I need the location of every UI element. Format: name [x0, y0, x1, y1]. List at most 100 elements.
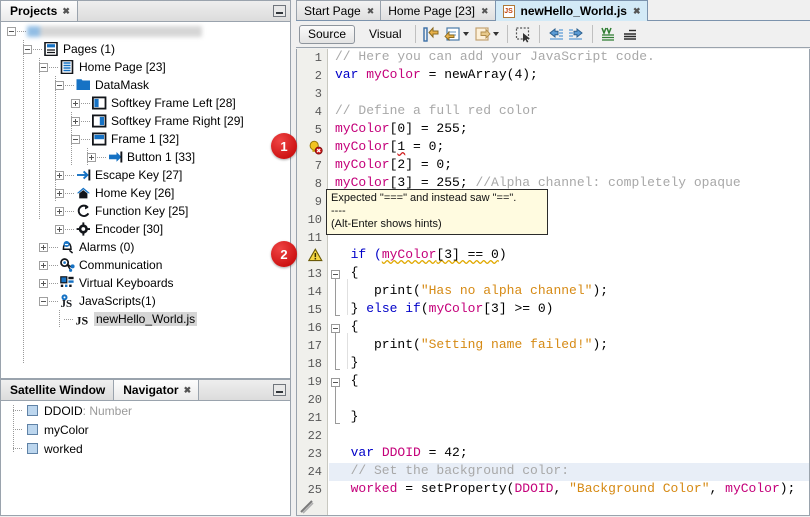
tree-row-button-1-33[interactable]: Button 1 [33] [1, 148, 290, 166]
tab-satellite-window[interactable]: Satellite Window [1, 380, 115, 400]
code-lines[interactable]: // Here you can add your JavaScript code… [329, 49, 809, 515]
code-line-18[interactable]: } [329, 355, 809, 373]
tab-navigator[interactable]: Navigator ✖ [114, 380, 200, 400]
tree-row-javascripts-1[interactable]: JS JavaScripts(1) [1, 292, 290, 310]
code-line-23[interactable]: var DDOID = 42; [329, 445, 809, 463]
expander-plus-icon[interactable] [71, 116, 80, 126]
tree-row-datamask[interactable]: DataMask [1, 76, 290, 94]
close-icon[interactable]: ✖ [481, 6, 488, 17]
shift-right-icon[interactable] [567, 25, 586, 44]
tree-row-communication[interactable]: Communication [1, 256, 290, 274]
code-line-7[interactable]: myColor[2] = 0; [329, 157, 809, 175]
editor-tab-home-page-23[interactable]: Home Page [23] ✖ [380, 0, 496, 21]
minimize-button[interactable] [273, 384, 286, 396]
code-token: myColor [366, 67, 421, 82]
tree-row-encoder-30[interactable]: Encoder [30] [1, 220, 290, 238]
editor-tab-newhello-world-js[interactable]: JS newHello_World.js ✖ [494, 0, 648, 21]
code-line-16[interactable]: { [329, 319, 809, 337]
tree-row-function-key-25[interactable]: Function Key [25] [1, 202, 290, 220]
code-token: ( [413, 337, 421, 352]
code-line-14[interactable]: print("Has no alpha channel"); [329, 283, 809, 301]
code-line-19[interactable]: { [329, 373, 809, 391]
forward-navigation-dropdown-icon[interactable] [492, 32, 499, 36]
code-line-4[interactable]: // Define a full red color [329, 103, 809, 121]
code-line-20[interactable] [329, 391, 809, 409]
expander-minus-icon[interactable] [39, 296, 48, 306]
forward-navigation-icon[interactable] [473, 25, 492, 44]
shift-left-icon[interactable] [546, 25, 565, 44]
variable-name: myColor [44, 422, 89, 437]
tab-projects[interactable]: Projects ✖ [1, 1, 78, 21]
tree-row-softkey-frame-left-28[interactable]: Softkey Frame Left [28] [1, 94, 290, 112]
list-item[interactable]: myColor [1, 420, 290, 439]
list-item[interactable]: worked [1, 439, 290, 458]
rectangular-selection-icon[interactable] [514, 25, 533, 44]
code-line-5[interactable]: myColor[0] = 255; [329, 121, 809, 139]
tree-row-softkey-frame-right-29[interactable]: Softkey Frame Right [29] [1, 112, 290, 130]
tree-row-newhello-world-js[interactable]: JS newHello_World.js [1, 310, 290, 328]
fold-marker-line13[interactable] [331, 270, 340, 279]
tree-row-root[interactable] [1, 22, 290, 40]
expander-plus-icon[interactable] [55, 188, 64, 198]
code-line-15[interactable]: } else if(myColor[3] >= 0) [329, 301, 809, 319]
comment-icon[interactable] [599, 25, 618, 44]
code-editor-area: Start Page ✖ Home Page [23] ✖ JS newHello_Wor… [296, 0, 810, 516]
code-line-6[interactable]: myColor[1 = 0; [329, 139, 809, 157]
tree-row-virtual-keyboards[interactable]: Virtual Keyboards [1, 274, 290, 292]
code-line-25[interactable]: worked = setProperty(DDOID, "Background … [329, 481, 809, 499]
back-navigation-icon[interactable] [443, 25, 462, 44]
code-view[interactable]: 1 2 3 4 5 7 8 9 10 11 13 14 15 16 17 18 19 20 21 22 23 24 25 /… [296, 49, 810, 516]
variable-icon [27, 424, 38, 435]
last-edit-icon[interactable] [422, 25, 441, 44]
close-icon[interactable]: ✖ [633, 6, 640, 17]
tree-row-alarms-0[interactable]: Alarms (0) [1, 238, 290, 256]
expander-plus-icon[interactable] [87, 152, 96, 162]
expander-plus-icon[interactable] [39, 260, 48, 270]
code-line-22[interactable] [329, 427, 809, 445]
code-line-1[interactable]: // Here you can add your JavaScript code… [329, 49, 809, 67]
code-line-17[interactable]: print("Setting name failed!"); [329, 337, 809, 355]
project-tree[interactable]: Pages (1) Home Page [23] DataMask Softkey F… [1, 22, 290, 378]
expander-plus-icon[interactable] [39, 278, 48, 288]
expander-plus-icon[interactable] [55, 206, 64, 216]
expander-plus-icon[interactable] [55, 170, 64, 180]
expander-minus-icon[interactable] [7, 26, 16, 36]
close-icon[interactable]: ✖ [62, 6, 69, 17]
code-line-2[interactable]: var myColor = newArray(4); [329, 67, 809, 85]
code-line-3[interactable] [329, 85, 809, 103]
code-line-24[interactable]: // Set the background color: [329, 463, 809, 481]
tree-label: Function Key [25] [95, 204, 189, 218]
expander-plus-icon[interactable] [39, 242, 48, 252]
code-line-21[interactable]: } [329, 409, 809, 427]
back-navigation-dropdown-icon[interactable] [462, 32, 469, 36]
code-line-12[interactable]: if (myColor[3] == 0) [329, 247, 809, 265]
tree-row-escape-key-27[interactable]: Escape Key [27] [1, 166, 290, 184]
visual-view-button[interactable]: Visual [355, 25, 409, 44]
tree-row-frame-1-32[interactable]: Frame 1 [32] [1, 130, 290, 148]
button-arrow-icon [108, 150, 123, 164]
expander-plus-icon[interactable] [55, 224, 64, 234]
close-icon[interactable]: ✖ [184, 385, 191, 396]
expander-minus-icon[interactable] [39, 62, 48, 72]
tree-row-home-key-26[interactable]: Home Key [26] [1, 184, 290, 202]
tree-connector [81, 94, 91, 112]
editor-tab-start-page[interactable]: Start Page ✖ [296, 0, 382, 21]
fold-marker-line19[interactable] [331, 378, 340, 387]
expander-minus-icon[interactable] [55, 80, 64, 90]
tree-row-home-page-23[interactable]: Home Page [23] [1, 58, 290, 76]
resize-grip-icon[interactable] [300, 500, 314, 514]
close-icon[interactable]: ✖ [367, 6, 374, 17]
code-token: myColor [428, 301, 484, 316]
expander-minus-icon[interactable] [23, 44, 32, 54]
code-line-13[interactable]: { [329, 265, 809, 283]
list-item[interactable]: DDOID : Number [1, 401, 290, 420]
fold-end-21 [335, 423, 340, 424]
minimize-button[interactable] [273, 5, 286, 17]
fold-marker-line16[interactable] [331, 324, 340, 333]
uncomment-icon[interactable] [620, 25, 639, 44]
expander-minus-icon[interactable] [71, 134, 80, 144]
navigator-list[interactable]: DDOID : Number myColor worked [1, 401, 290, 515]
tree-row-pages-1[interactable]: Pages (1) [1, 40, 290, 58]
source-view-button[interactable]: Source [299, 24, 356, 44]
expander-plus-icon[interactable] [71, 98, 80, 108]
